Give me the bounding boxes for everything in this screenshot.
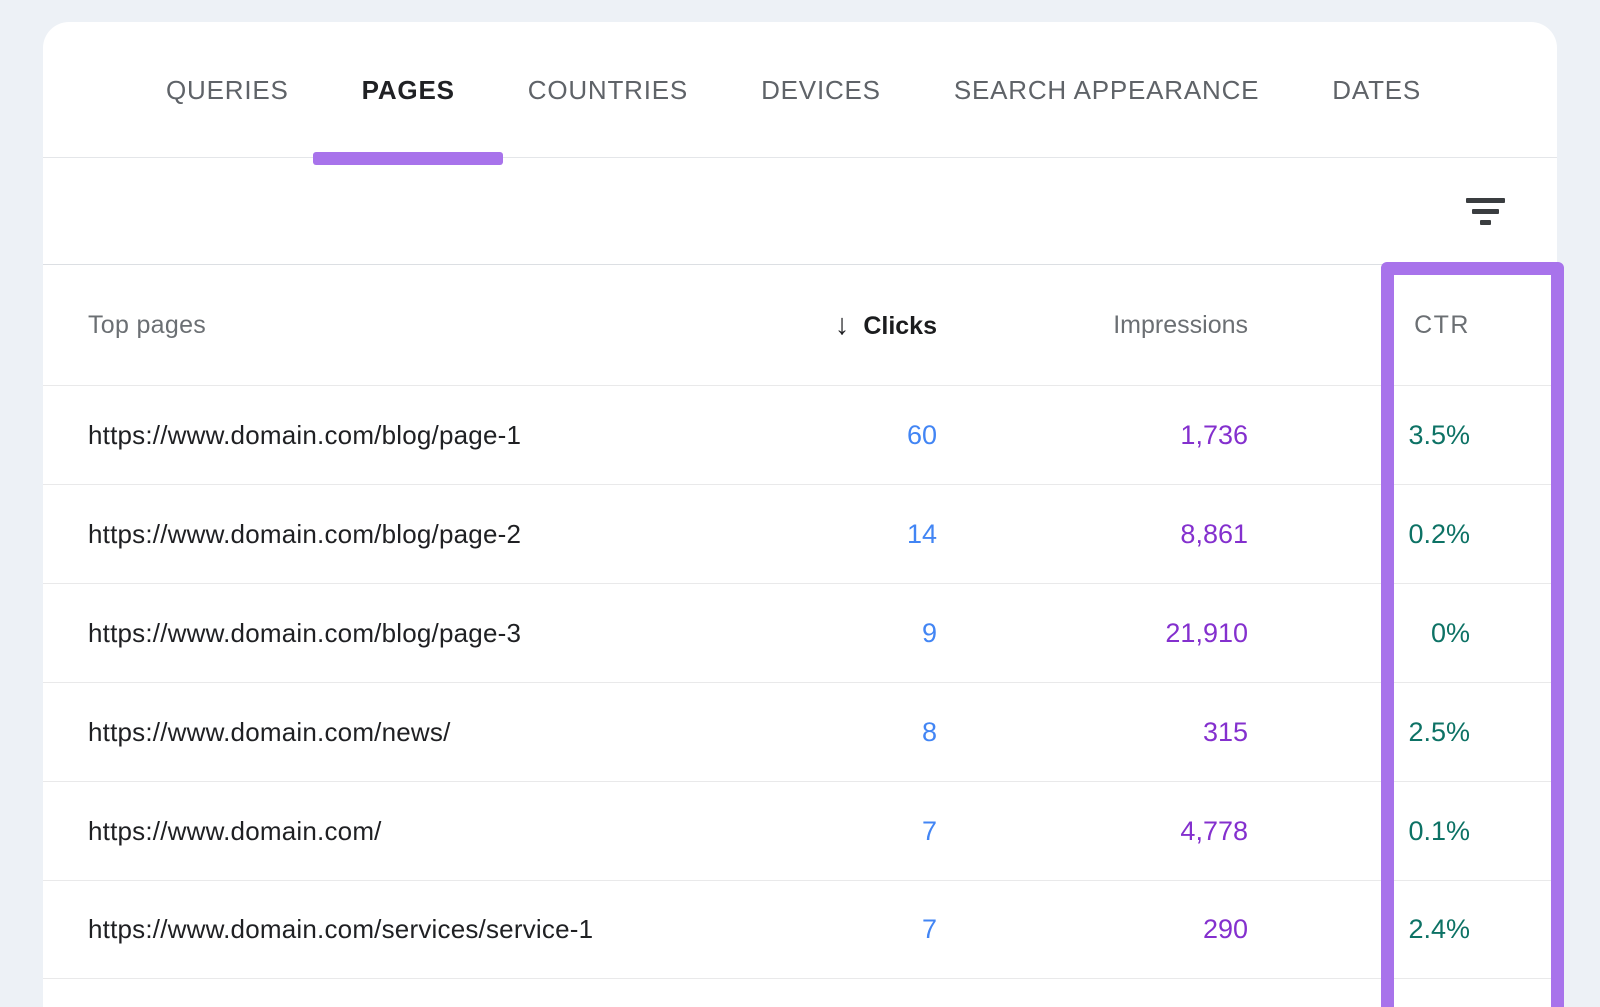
tab-label: QUERIES [166,75,289,105]
table-header-row: Top pages ↓ Clicks Impressions CTR [43,265,1557,385]
tab-dates[interactable]: DATES [1332,22,1421,158]
impressions-value: 4,778 [937,816,1248,847]
clicks-value: 7 [687,816,937,847]
impressions-value: 8,861 [937,519,1248,550]
ctr-value: 2.5% [1248,717,1470,748]
column-header-impressions[interactable]: Impressions [937,311,1248,340]
report-card: QUERIES PAGES COUNTRIES DEVICES SEARCH A… [43,22,1557,1007]
performance-report-screen: QUERIES PAGES COUNTRIES DEVICES SEARCH A… [0,0,1600,1007]
filter-rows-button[interactable] [1457,183,1513,239]
page-url[interactable]: https://www.domain.com/news/ [88,717,687,748]
active-tab-indicator [313,152,503,165]
ctr-value: 3.5% [1248,420,1470,451]
tab-devices[interactable]: DEVICES [761,22,881,158]
page-url[interactable]: https://www.domain.com/blog/page-2 [88,519,687,550]
filter-list-icon [1466,198,1505,225]
column-header-top-pages: Top pages [88,311,687,340]
clicks-value: 9 [687,618,937,649]
page-url[interactable]: https://www.domain.com/services/service-… [88,914,687,945]
clicks-value: 60 [687,420,937,451]
impressions-value: 21,910 [937,618,1248,649]
tab-search-appearance[interactable]: SEARCH APPEARANCE [954,22,1259,158]
ctr-value: 0% [1248,618,1470,649]
table-row[interactable]: https://www.domain.com/blog/page-3 9 21,… [43,583,1557,682]
ctr-value: 0.2% [1248,519,1470,550]
page-url[interactable]: https://www.domain.com/blog/page-3 [88,618,687,649]
column-header-clicks-label: Clicks [863,312,937,340]
tab-label: DEVICES [761,75,881,105]
clicks-value: 8 [687,717,937,748]
table-row[interactable]: https://www.domain.com/news/ 8 315 2.5% [43,682,1557,781]
sort-descending-icon: ↓ [835,309,850,341]
clicks-value: 7 [687,914,937,945]
table-row[interactable]: https://www.domain.com/blog/page-1 60 1,… [43,385,1557,484]
page-url[interactable]: https://www.domain.com/blog/page-1 [88,420,687,451]
table-row[interactable]: https://www.domain.com/ 7 4,778 0.1% [43,781,1557,880]
impressions-value: 290 [937,914,1248,945]
table-row[interactable]: https://www.domain.com/blog/page-2 14 8,… [43,484,1557,583]
clicks-value: 14 [687,519,937,550]
column-header-clicks[interactable]: ↓ Clicks [687,309,937,342]
ctr-value: 0.1% [1248,816,1470,847]
table-toolbar [43,158,1557,265]
table-row[interactable]: https://www.domain.com/services/service-… [43,880,1557,979]
ctr-value: 2.4% [1248,914,1470,945]
column-header-ctr[interactable]: CTR [1248,311,1470,340]
tab-queries[interactable]: QUERIES [166,22,289,158]
tab-label: DATES [1332,75,1421,105]
tab-label: PAGES [362,75,455,105]
impressions-value: 1,736 [937,420,1248,451]
tab-label: SEARCH APPEARANCE [954,75,1259,105]
page-url[interactable]: https://www.domain.com/ [88,816,687,847]
report-tabs: QUERIES PAGES COUNTRIES DEVICES SEARCH A… [43,22,1557,158]
impressions-value: 315 [937,717,1248,748]
tab-pages[interactable]: PAGES [362,22,455,158]
tab-countries[interactable]: COUNTRIES [528,22,688,158]
tab-label: COUNTRIES [528,75,688,105]
